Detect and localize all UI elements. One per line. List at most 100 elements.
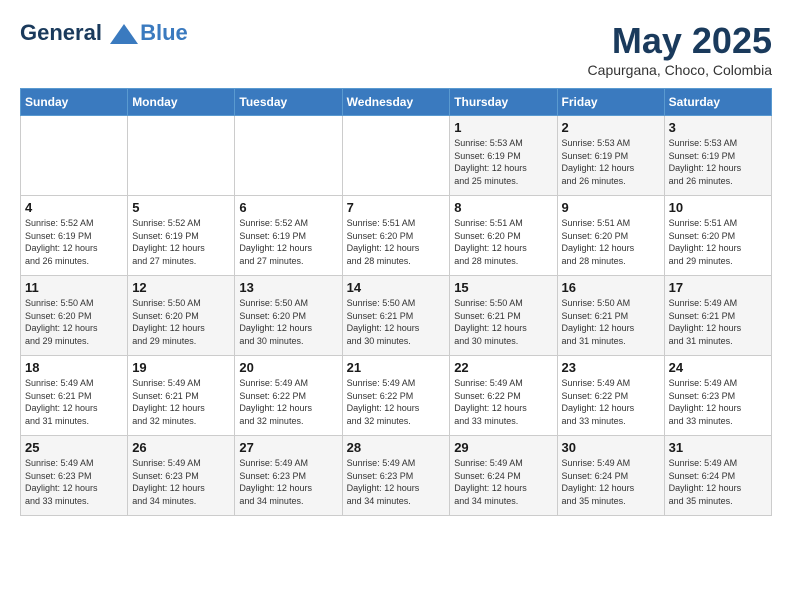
calendar-cell: 11Sunrise: 5:50 AM Sunset: 6:20 PM Dayli… [21, 276, 128, 356]
calendar-cell: 14Sunrise: 5:50 AM Sunset: 6:21 PM Dayli… [342, 276, 450, 356]
calendar-cell: 25Sunrise: 5:49 AM Sunset: 6:23 PM Dayli… [21, 436, 128, 516]
day-info: Sunrise: 5:49 AM Sunset: 6:22 PM Dayligh… [454, 377, 552, 427]
day-info: Sunrise: 5:51 AM Sunset: 6:20 PM Dayligh… [669, 217, 767, 267]
calendar-cell: 12 Sunrise: 5:50 AM Sunset: 6:20 PM Dayli… [128, 276, 235, 356]
calendar-cell: 29Sunrise: 5:49 AM Sunset: 6:24 PM Dayli… [450, 436, 557, 516]
calendar-cell: 1 Sunrise: 5:53 AM Sunset: 6:19 PM Daylig… [450, 116, 557, 196]
day-info: Sunrise: 5:51 AM Sunset: 6:20 PM Dayligh… [347, 217, 446, 267]
calendar-cell [342, 116, 450, 196]
calendar-cell: 22 Sunrise: 5:49 AM Sunset: 6:22 PM Dayli… [450, 356, 557, 436]
logo-general: General [20, 20, 102, 45]
calendar-cell: 23Sunrise: 5:49 AM Sunset: 6:22 PM Dayli… [557, 356, 664, 436]
calendar-cell: 9 Sunrise: 5:51 AM Sunset: 6:20 PM Daylig… [557, 196, 664, 276]
location: Capurgana, Choco, Colombia [588, 62, 772, 78]
day-number: 31 [669, 440, 767, 455]
day-number: 30 [562, 440, 660, 455]
day-number: 26 [132, 440, 230, 455]
calendar-cell: 7Sunrise: 5:51 AM Sunset: 6:20 PM Daylig… [342, 196, 450, 276]
day-number: 21 [347, 360, 446, 375]
day-info: Sunrise: 5:49 AM Sunset: 6:21 PM Dayligh… [669, 297, 767, 347]
calendar-cell: 18 Sunrise: 5:49 AM Sunset: 6:21 PM Dayli… [21, 356, 128, 436]
calendar-week-row: 1 Sunrise: 5:53 AM Sunset: 6:19 PM Daylig… [21, 116, 772, 196]
month-title: May 2025 [588, 20, 772, 62]
day-info: Sunrise: 5:49 AM Sunset: 6:24 PM Dayligh… [454, 457, 552, 507]
logo-icon [110, 24, 138, 44]
day-number: 10 [669, 200, 767, 215]
day-info: Sunrise: 5:50 AM Sunset: 6:21 PM Dayligh… [562, 297, 660, 347]
day-info: Sunrise: 5:49 AM Sunset: 6:21 PM Dayligh… [132, 377, 230, 427]
calendar-cell: 27Sunrise: 5:49 AM Sunset: 6:23 PM Dayli… [235, 436, 342, 516]
day-info: Sunrise: 5:49 AM Sunset: 6:24 PM Dayligh… [562, 457, 660, 507]
column-header-friday: Friday [557, 89, 664, 116]
calendar-cell [128, 116, 235, 196]
calendar-week-row: 18 Sunrise: 5:49 AM Sunset: 6:21 PM Dayli… [21, 356, 772, 436]
calendar-cell: 2Sunrise: 5:53 AM Sunset: 6:19 PM Daylig… [557, 116, 664, 196]
day-number: 19 [132, 360, 230, 375]
day-info: Sunrise: 5:49 AM Sunset: 6:24 PM Dayligh… [669, 457, 767, 507]
day-info: Sunrise: 5:50 AM Sunset: 6:21 PM Dayligh… [347, 297, 446, 347]
calendar-cell: 6 Sunrise: 5:52 AM Sunset: 6:19 PM Daylig… [235, 196, 342, 276]
day-number: 24 [669, 360, 767, 375]
calendar-cell: 5 Sunrise: 5:52 AM Sunset: 6:19 PM Daylig… [128, 196, 235, 276]
calendar-cell [235, 116, 342, 196]
calendar-cell: 15 Sunrise: 5:50 AM Sunset: 6:21 PM Dayli… [450, 276, 557, 356]
logo: General Blue [20, 20, 188, 46]
day-number: 11 [25, 280, 123, 295]
calendar-cell: 28 Sunrise: 5:49 AM Sunset: 6:23 PM Dayli… [342, 436, 450, 516]
title-area: May 2025 Capurgana, Choco, Colombia [588, 20, 772, 78]
calendar-cell: 4Sunrise: 5:52 AM Sunset: 6:19 PM Daylig… [21, 196, 128, 276]
calendar-cell: 24 Sunrise: 5:49 AM Sunset: 6:23 PM Dayli… [664, 356, 771, 436]
day-info: Sunrise: 5:49 AM Sunset: 6:22 PM Dayligh… [347, 377, 446, 427]
day-info: Sunrise: 5:51 AM Sunset: 6:20 PM Dayligh… [562, 217, 660, 267]
calendar-week-row: 4 Sunrise: 5:52 AM Sunset: 6:19 PM Daylig… [21, 196, 772, 276]
day-number: 16 [562, 280, 660, 295]
day-number: 6 [239, 200, 337, 215]
day-info: Sunrise: 5:50 AM Sunset: 6:20 PM Dayligh… [132, 297, 230, 347]
column-header-monday: Monday [128, 89, 235, 116]
column-header-sunday: Sunday [21, 89, 128, 116]
day-number: 4 [25, 200, 123, 215]
day-number: 3 [669, 120, 767, 135]
calendar-cell: 20 Sunrise: 5:49 AM Sunset: 6:22 PM Dayli… [235, 356, 342, 436]
day-number: 5 [132, 200, 230, 215]
day-number: 17 [669, 280, 767, 295]
calendar-cell: 8Sunrise: 5:51 AM Sunset: 6:20 PM Daylig… [450, 196, 557, 276]
calendar-header-row: SundayMondayTuesdayWednesdayThursdayFrid… [21, 89, 772, 116]
day-info: Sunrise: 5:49 AM Sunset: 6:23 PM Dayligh… [347, 457, 446, 507]
day-info: Sunrise: 5:49 AM Sunset: 6:23 PM Dayligh… [669, 377, 767, 427]
day-number: 23 [562, 360, 660, 375]
day-info: Sunrise: 5:53 AM Sunset: 6:19 PM Dayligh… [562, 137, 660, 187]
column-header-thursday: Thursday [450, 89, 557, 116]
calendar-cell: 3Sunrise: 5:53 AM Sunset: 6:19 PM Daylig… [664, 116, 771, 196]
day-info: Sunrise: 5:49 AM Sunset: 6:22 PM Dayligh… [239, 377, 337, 427]
day-number: 15 [454, 280, 552, 295]
day-info: Sunrise: 5:52 AM Sunset: 6:19 PM Dayligh… [239, 217, 337, 267]
day-info: Sunrise: 5:49 AM Sunset: 6:23 PM Dayligh… [132, 457, 230, 507]
day-info: Sunrise: 5:50 AM Sunset: 6:20 PM Dayligh… [239, 297, 337, 347]
day-number: 25 [25, 440, 123, 455]
calendar-cell: 17 Sunrise: 5:49 AM Sunset: 6:21 PM Dayli… [664, 276, 771, 356]
logo-blue: Blue [140, 20, 188, 46]
calendar-cell: 21 Sunrise: 5:49 AM Sunset: 6:22 PM Dayli… [342, 356, 450, 436]
calendar-cell: 10 Sunrise: 5:51 AM Sunset: 6:20 PM Dayli… [664, 196, 771, 276]
day-info: Sunrise: 5:50 AM Sunset: 6:21 PM Dayligh… [454, 297, 552, 347]
calendar-cell [21, 116, 128, 196]
day-number: 20 [239, 360, 337, 375]
day-info: Sunrise: 5:52 AM Sunset: 6:19 PM Dayligh… [132, 217, 230, 267]
day-number: 12 [132, 280, 230, 295]
day-number: 22 [454, 360, 552, 375]
day-info: Sunrise: 5:51 AM Sunset: 6:20 PM Dayligh… [454, 217, 552, 267]
column-header-tuesday: Tuesday [235, 89, 342, 116]
day-info: Sunrise: 5:49 AM Sunset: 6:21 PM Dayligh… [25, 377, 123, 427]
day-info: Sunrise: 5:53 AM Sunset: 6:19 PM Dayligh… [454, 137, 552, 187]
day-number: 1 [454, 120, 552, 135]
calendar-body: 1 Sunrise: 5:53 AM Sunset: 6:19 PM Daylig… [21, 116, 772, 516]
column-header-wednesday: Wednesday [342, 89, 450, 116]
day-number: 18 [25, 360, 123, 375]
calendar-cell: 26 Sunrise: 5:49 AM Sunset: 6:23 PM Dayli… [128, 436, 235, 516]
page-header: General Blue May 2025 Capurgana, Choco, … [20, 20, 772, 78]
calendar-table: SundayMondayTuesdayWednesdayThursdayFrid… [20, 88, 772, 516]
day-number: 9 [562, 200, 660, 215]
day-number: 27 [239, 440, 337, 455]
day-number: 28 [347, 440, 446, 455]
